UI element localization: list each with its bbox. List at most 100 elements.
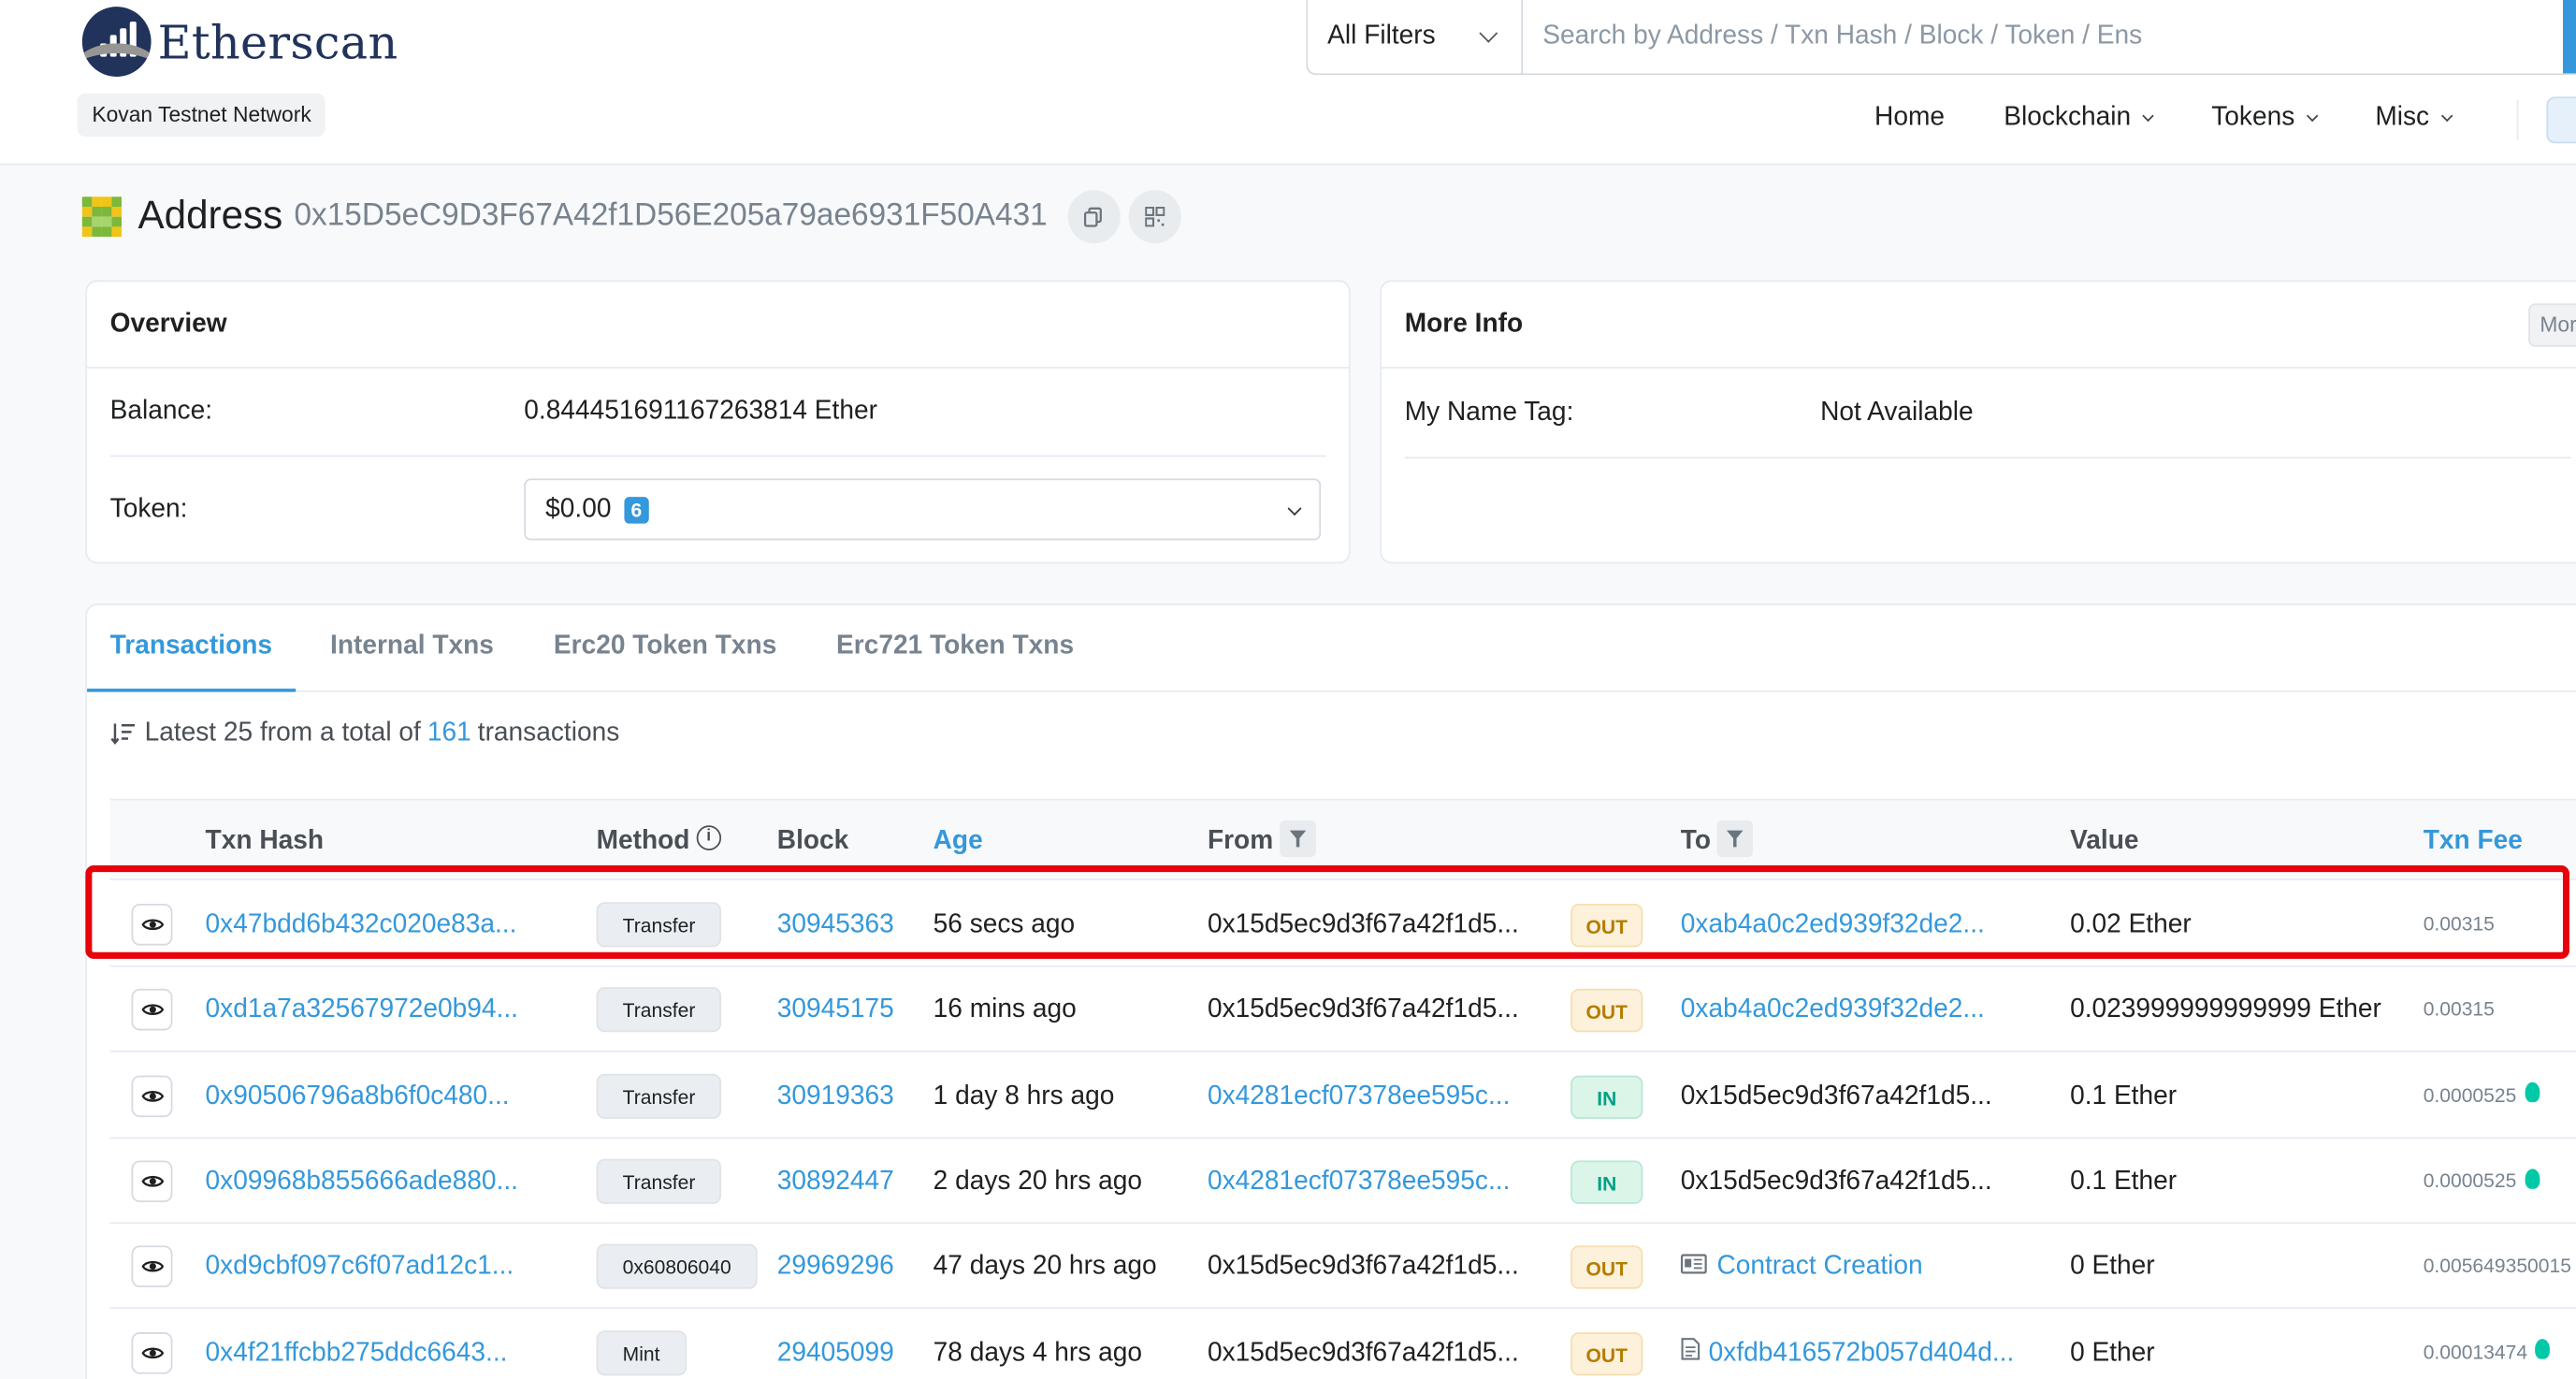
block-link[interactable]: 30945363 [777,882,894,967]
search-filter-dropdown[interactable]: All Filters [1308,0,1524,74]
to-cell: 0x15d5ec9d3f67a42f1d5... [1681,1053,1992,1139]
table-row: 0x4f21ffcbb275ddc6643... Mint 29405099 78 d… [110,1310,2576,1379]
txn-fee-cell: 0.00315 [2424,967,2495,1052]
value-text: 0.023999999999999 Ether [2070,995,2381,1024]
gas-light-bulb-icon [2525,1168,2540,1189]
header-txn-fee-toggle[interactable]: Txn Fee [2424,801,2523,882]
transactions-card: Transactions Internal Txns Erc20 Token T… [85,603,2576,1379]
gas-light-bulb-icon [2535,1339,2551,1360]
chevron-down-icon [2142,109,2154,123]
view-details-button[interactable] [131,904,173,946]
from-filter-icon[interactable] [1280,820,1316,857]
direction-badge: OUT [1570,1331,1643,1375]
copy-icon [1083,206,1102,226]
txn-hash-link[interactable]: 0x4f21ffcbb275ddc6643... [206,1310,508,1379]
nav-tokens-label: Tokens [2211,103,2295,132]
transactions-summary: Latest 25 from a total of 161 transactio… [110,719,619,748]
info-icon[interactable]: i [696,825,721,851]
view-details-button[interactable] [131,1074,173,1117]
address-title: Address 0x15D5eC9D3F67A42f1D56E205a79ae6… [81,190,1181,244]
to-address[interactable]: 0xab4a0c2ed939f32de2... [1681,996,1985,1024]
method-badge: Transfer [596,1073,722,1119]
txn-hash-link[interactable]: 0x90506796a8b6f0c480... [206,1053,510,1139]
block-link[interactable]: 30892447 [777,1139,894,1224]
value-text: 0 Ether [2070,1338,2155,1367]
txn-hash-link[interactable]: 0xd1a7a32567972e0b94... [206,967,518,1052]
nav-blockchain[interactable]: Blockchain [2004,103,2154,134]
divider [109,455,1326,457]
qr-code-button[interactable] [1127,190,1181,244]
header-from-label: From [1207,827,1274,856]
from-address[interactable]: 0x4281ecf07378ee595c... [1208,1053,1510,1139]
block-link[interactable]: 29969296 [777,1225,894,1310]
token-holdings-dropdown[interactable]: $0.00 6 [524,478,1322,541]
transaction-tabs: Transactions Internal Txns Erc20 Token T… [87,605,2576,692]
from-address[interactable]: 0x4281ecf07378ee595c... [1208,1139,1510,1224]
header-block: Block [776,827,849,856]
eye-icon [140,1090,164,1101]
copy-address-button[interactable] [1066,190,1121,244]
method-badge: Transfer [596,987,722,1033]
to-filter-icon[interactable] [1717,820,1754,857]
summary-prefix: Latest 25 from a total of [144,719,421,748]
token-value: $0.00 [545,494,612,523]
more-dropdown-button[interactable]: More [2528,303,2576,347]
total-transactions-link[interactable]: 161 [427,719,471,748]
view-details-button[interactable] [131,1331,173,1373]
header-method: Method i [597,801,721,882]
header-txn-hash: Txn Hash [205,827,325,856]
overview-title: Overview [87,282,1350,369]
nav-tokens[interactable]: Tokens [2211,103,2318,134]
qr-code-icon [1144,207,1165,227]
direction-badge: IN [1570,1074,1643,1119]
header-age-toggle[interactable]: Age [933,801,983,882]
txn-hash-link[interactable]: 0x47bdd6b432c020e83a... [206,882,517,967]
nav-sign-in-button[interactable] [2546,96,2576,144]
direction-badge: OUT [1570,1245,1643,1290]
txn-fee-text: 0.00315 [2423,997,2495,1022]
age-text: 56 secs ago [933,910,1076,939]
block-link[interactable]: 30919363 [777,1053,894,1139]
view-details-button[interactable] [131,1245,173,1288]
age-text: 1 day 8 hrs ago [933,1081,1115,1110]
to-address[interactable]: Contract Creation [1716,1253,1922,1281]
tab-erc721-token-txns[interactable]: Erc721 Token Txns [836,605,1074,692]
txn-fee-text: 0.0000525 [2423,1169,2517,1193]
age-text: 78 days 4 hrs ago [933,1338,1143,1367]
nav-misc-label: Misc [2375,103,2430,132]
sort-icon [110,723,136,746]
search-input[interactable] [1523,0,2563,74]
table-row: 0x47bdd6b432c020e83a... Transfer 30945363 5… [109,882,2576,967]
header-from: From [1208,801,1316,882]
search-button[interactable] [2562,0,2576,74]
block-link[interactable]: 30945175 [777,967,894,1052]
to-address[interactable]: 0xfdb416572b057d404d... [1709,1338,2015,1366]
chevron-down-icon [2440,109,2453,123]
nav-home[interactable]: Home [1874,104,1945,134]
txn-hash-link[interactable]: 0x09968b855666ade880... [206,1139,518,1224]
txn-hash-link[interactable]: 0xd9cbf097c6f07ad12c1... [206,1225,514,1310]
etherscan-logo[interactable]: Etherscan [81,7,398,77]
tab-transactions[interactable]: Transactions [87,605,296,692]
logo-text: Etherscan [157,14,398,69]
from-address: 0x15d5ec9d3f67a42f1d5... [1207,995,1519,1024]
block-link[interactable]: 29405099 [777,1310,894,1379]
to-cell: Contract Creation [1680,1225,1923,1310]
table-row: 0x09968b855666ade880... Transfer 30892447 2… [109,1139,2576,1225]
tab-erc20-token-txns[interactable]: Erc20 Token Txns [554,605,776,692]
more-info-title: More Info [1382,282,2576,369]
to-address: 0x15d5ec9d3f67a42f1d5... [1680,1167,1992,1196]
to-address[interactable]: 0xab4a0c2ed939f32de2... [1681,910,1985,938]
txn-fee-text: 0.00013474 [2423,1340,2528,1364]
nav-misc[interactable]: Misc [2375,103,2453,134]
nav-blockchain-label: Blockchain [2004,103,2132,132]
txn-fee-cell: 0.0000525 [2424,1139,2540,1224]
etherscan-logo-icon [81,7,152,77]
tab-internal-txns[interactable]: Internal Txns [330,605,494,692]
value-text: 0.1 Ether [2070,1167,2178,1196]
eye-icon [140,1175,164,1187]
view-details-button[interactable] [131,1160,173,1202]
eye-icon [140,1346,164,1358]
view-details-button[interactable] [131,989,173,1031]
contract-creation-icon [1680,1254,1707,1274]
